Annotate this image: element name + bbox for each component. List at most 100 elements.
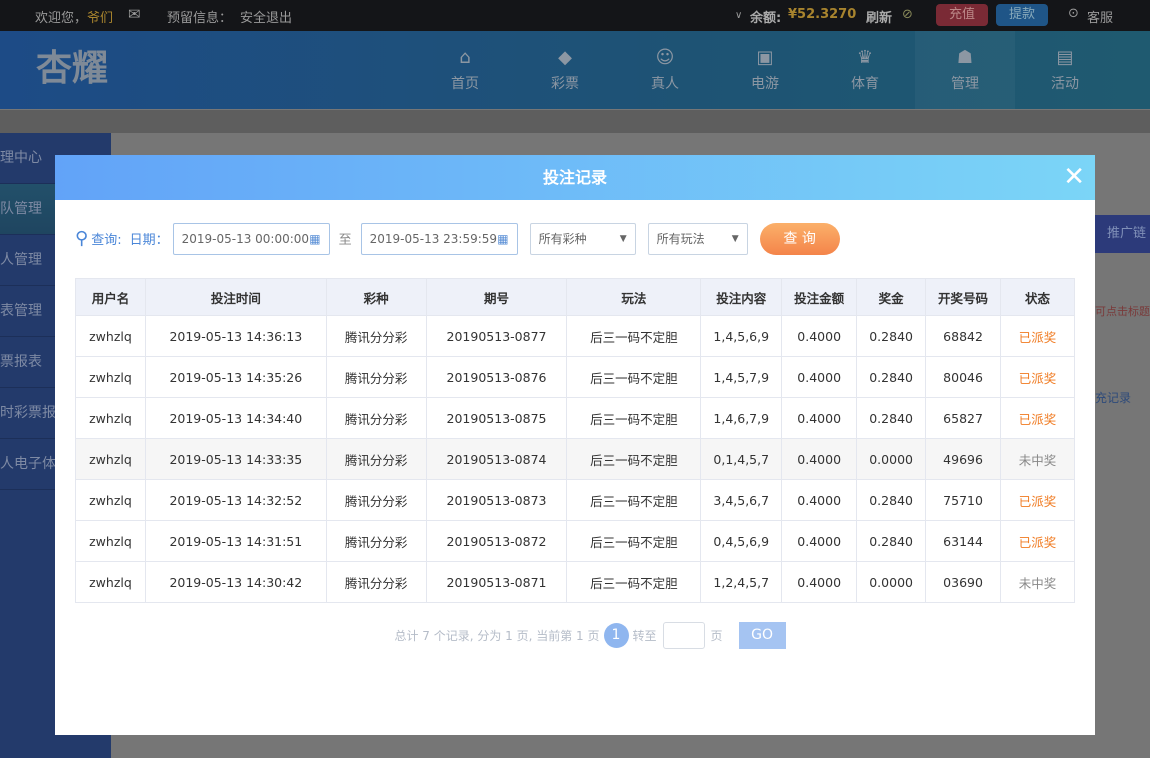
nav-label: 体育 (851, 76, 879, 92)
balance-value: ¥52.3270 (788, 7, 857, 22)
slot-icon: ▣ (756, 47, 774, 68)
gift-icon: ▤ (1056, 47, 1074, 68)
table-cell: 后三一码不定胆 (566, 356, 702, 398)
date-label: 日期： (129, 233, 169, 248)
service-link[interactable]: 客服 (1087, 7, 1113, 26)
lottery-select[interactable]: 所有彩种 ▼ (529, 222, 636, 255)
table-row: zwhzlq 2019-05-13 14:32:52 腾讯分分彩 20190513-0… (75, 479, 1075, 521)
username-link[interactable]: 爷们 (87, 7, 113, 26)
column-header: 期号 (425, 278, 568, 316)
nav-item-0[interactable]: ⌂ 首页 (415, 31, 515, 109)
play-select[interactable]: 所有玩法 ▼ (647, 222, 748, 255)
table-cell: 1,4,5,6,9 (700, 315, 783, 357)
table-cell: 0.2840 (856, 479, 927, 521)
table-cell: 75710 (925, 479, 1002, 521)
calendar-icon[interactable]: ▦ (497, 232, 508, 246)
eye-hide-icon[interactable]: ⊘ (902, 7, 913, 22)
search-icon: ⚲ (75, 228, 89, 249)
record-link[interactable]: 充记录 (1095, 389, 1150, 406)
end-date-value: 2019-05-13 23:59:59 (369, 231, 498, 246)
table-cell: 20190513-0877 (425, 315, 568, 357)
table-cell: 后三一码不定胆 (566, 561, 702, 603)
table-cell: 后三一码不定胆 (566, 397, 702, 439)
table-cell: 0.0000 (856, 561, 927, 603)
table-cell: 1,4,6,7,9 (700, 397, 783, 439)
nav-item-5[interactable]: ☗ 管理 (915, 31, 1015, 109)
content-top-bar (0, 110, 1150, 133)
page-number-button[interactable]: 1 (603, 623, 629, 648)
column-header: 玩法 (566, 278, 702, 316)
column-header: 用户名 (75, 278, 146, 316)
column-header: 投注时间 (144, 278, 327, 316)
table-row: zwhzlq 2019-05-13 14:31:51 腾讯分分彩 20190513-0… (75, 520, 1075, 562)
table-cell: 后三一码不定胆 (566, 479, 702, 521)
logo[interactable]: 杏耀 (36, 39, 108, 91)
table-cell: 已派奖 (1000, 397, 1075, 439)
main-header: 杏耀 ⌂ 首页 ◆ 彩票 ☺ 真人 ▣ 电游 ♛ 体育 ☗ 管理 ▤ 活动 (0, 31, 1150, 109)
lottery-icon: ◆ (558, 47, 572, 68)
table-cell: zwhzlq (75, 520, 146, 562)
logout-link[interactable]: 安全退出 (240, 7, 292, 26)
goto-label: 转至 (632, 629, 657, 643)
refresh-link[interactable]: 刷新 (866, 7, 892, 26)
chevron-down-icon[interactable]: ∨ (735, 10, 742, 21)
nav-label: 管理 (951, 76, 979, 92)
table-cell: 1,2,4,5,7 (700, 561, 783, 603)
to-label: 至 (338, 233, 352, 248)
pagination: 总计 7 个记录, 分为 1 页, 当前第 1 页 1 转至 页 GO (55, 622, 1095, 649)
table-cell: 已派奖 (1000, 356, 1075, 398)
page-jump-input[interactable] (662, 622, 705, 649)
table-cell: 未中奖 (1000, 438, 1075, 480)
nav-item-3[interactable]: ▣ 电游 (715, 31, 815, 109)
table-cell: zwhzlq (75, 479, 146, 521)
table-cell: 0.2840 (856, 520, 927, 562)
promo-link-tab[interactable]: 推广链 (1095, 215, 1150, 253)
dropdown-arrow-icon: ▼ (619, 233, 627, 244)
table-cell: 3,4,5,6,7 (700, 479, 783, 521)
table-cell: 68842 (925, 315, 1002, 357)
table-cell: 腾讯分分彩 (325, 479, 427, 521)
chat-icon[interactable]: ⊙ (1068, 6, 1079, 21)
nav-item-1[interactable]: ◆ 彩票 (515, 31, 615, 109)
close-icon[interactable]: ✕ (1063, 155, 1085, 200)
search-button[interactable]: 查 询 (759, 222, 840, 255)
table-cell: 20190513-0872 (425, 520, 568, 562)
calendar-icon[interactable]: ▦ (309, 232, 320, 246)
end-date-input[interactable]: 2019-05-13 23:59:59 ▦ (360, 222, 518, 255)
table-cell: 2019-05-13 14:31:51 (144, 520, 327, 562)
background-right-panel: 推广链 可点击标题 充记录 (1095, 215, 1150, 406)
go-button[interactable]: GO (738, 622, 786, 649)
table-cell: 0.4000 (781, 438, 858, 480)
table-cell: 腾讯分分彩 (325, 561, 427, 603)
dropdown-arrow-icon: ▼ (731, 233, 739, 244)
table-cell: 腾讯分分彩 (325, 356, 427, 398)
start-date-input[interactable]: 2019-05-13 00:00:00 ▦ (172, 222, 330, 255)
table-row: zwhzlq 2019-05-13 14:33:35 腾讯分分彩 20190513-0… (75, 438, 1075, 480)
table-row: zwhzlq 2019-05-13 14:30:42 腾讯分分彩 20190513-0… (75, 561, 1075, 603)
nav-item-4[interactable]: ♛ 体育 (815, 31, 915, 109)
table-cell: 0.2840 (856, 397, 927, 439)
table-cell: zwhzlq (75, 315, 146, 357)
table-cell: 0.0000 (856, 438, 927, 480)
table-cell: 后三一码不定胆 (566, 438, 702, 480)
table-cell: zwhzlq (75, 356, 146, 398)
table-cell: 1,4,5,7,9 (700, 356, 783, 398)
users-icon: ☗ (956, 47, 974, 68)
table-cell: 0.2840 (856, 356, 927, 398)
table-cell: 80046 (925, 356, 1002, 398)
table-cell: 65827 (925, 397, 1002, 439)
nav-item-6[interactable]: ▤ 活动 (1015, 31, 1115, 109)
trophy-icon: ♛ (856, 47, 874, 68)
table-cell: 0.4000 (781, 397, 858, 439)
mail-icon[interactable]: ✉ (128, 5, 141, 23)
table-cell: 2019-05-13 14:30:42 (144, 561, 327, 603)
column-header: 开奖号码 (925, 278, 1002, 316)
nav-item-2[interactable]: ☺ 真人 (615, 31, 715, 109)
filter-bar: ⚲ 查询: 日期： 2019-05-13 00:00:00 ▦ 至 2019-05… (75, 222, 840, 255)
bet-record-modal: 投注记录 ✕ ⚲ 查询: 日期： 2019-05-13 00:00:00 ▦ 至 … (55, 155, 1095, 735)
table-cell: 63144 (925, 520, 1002, 562)
deposit-button[interactable]: 充值 (936, 4, 988, 26)
welcome-text: 欢迎您， (35, 11, 88, 26)
withdraw-button[interactable]: 提款 (996, 4, 1048, 26)
table-cell: 2019-05-13 14:34:40 (144, 397, 327, 439)
